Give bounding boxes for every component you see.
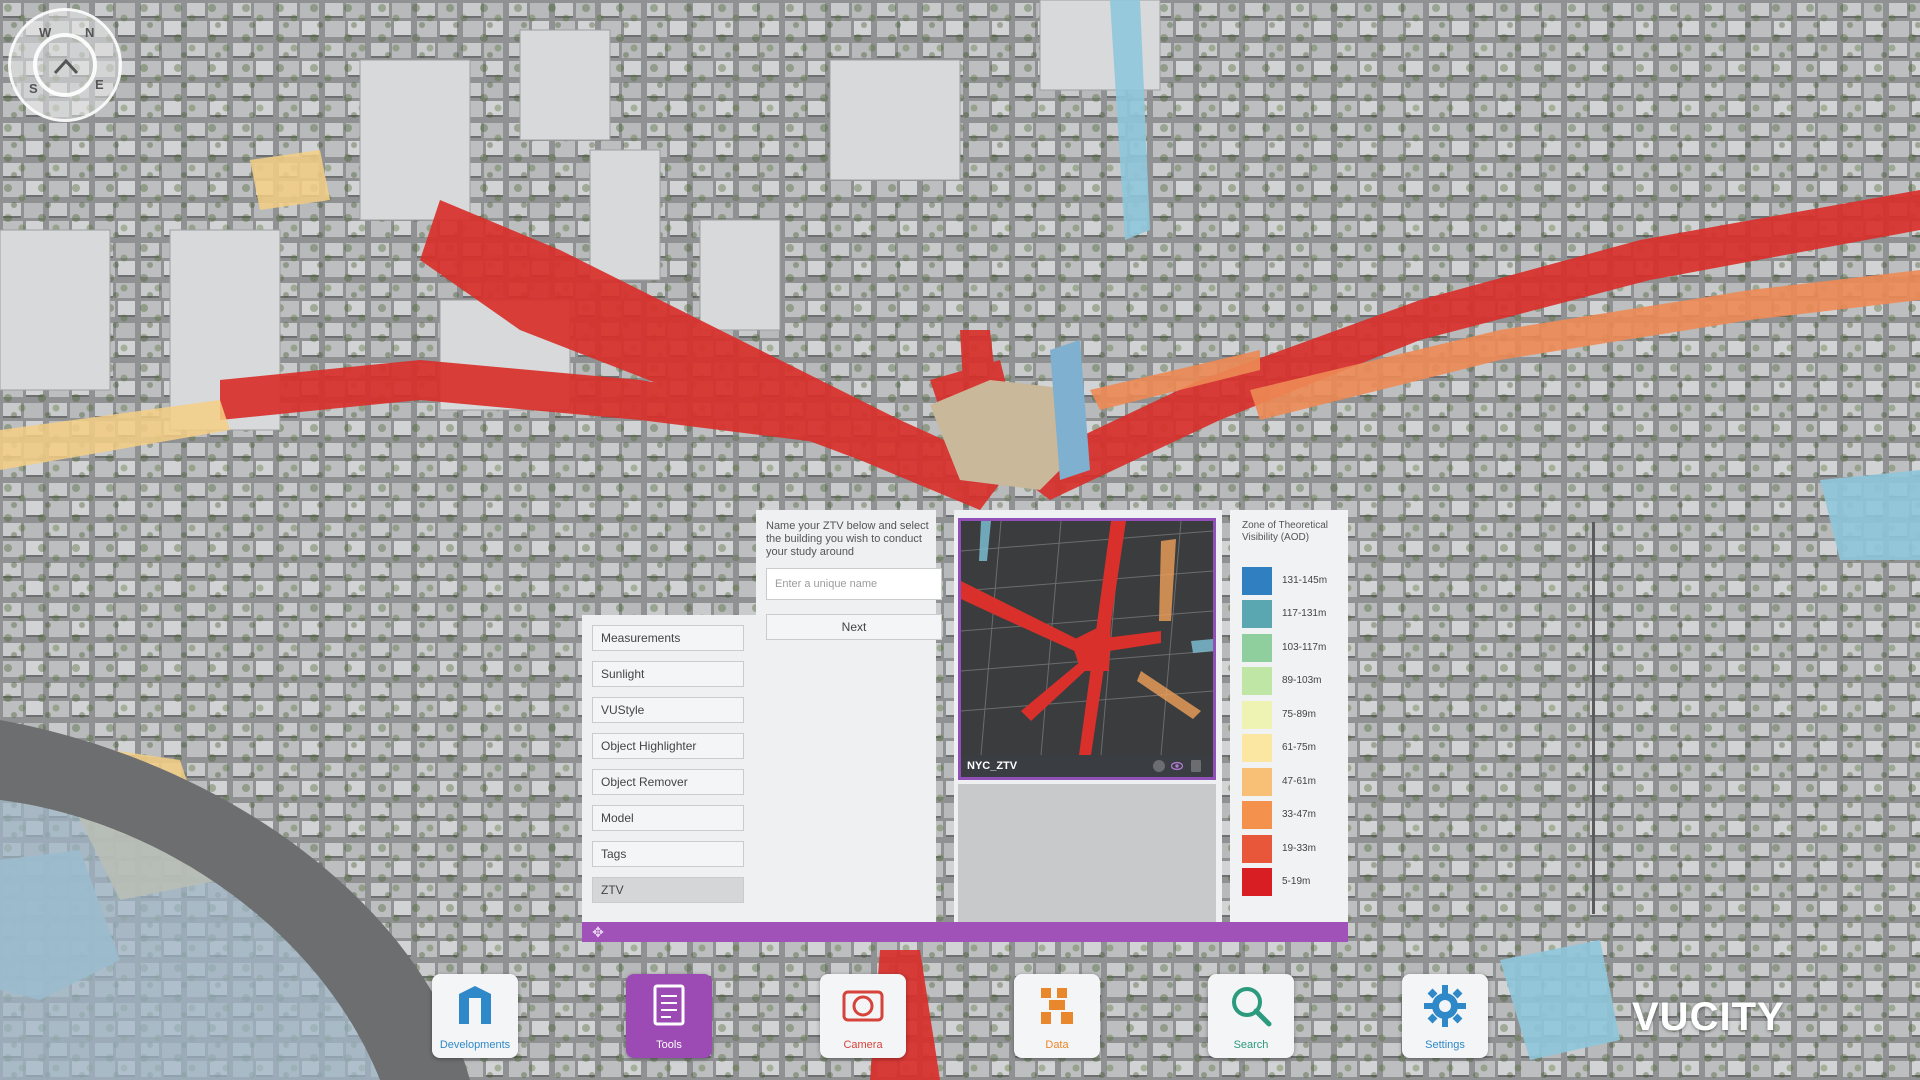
legend-row: 61-75m: [1242, 734, 1346, 762]
legend-row: 75-89m: [1242, 701, 1346, 729]
legend-row: 131-145m: [1242, 567, 1346, 595]
trash-icon[interactable]: [1191, 760, 1201, 772]
tools-panel: Measurements Sunlight VUStyle Object Hig…: [582, 510, 1595, 942]
search-icon: [1232, 987, 1272, 1027]
legend-swatch: [1242, 567, 1272, 595]
compass-arrow-icon: [53, 58, 79, 75]
ztv-result-caption: NYC_ZTV: [961, 755, 1213, 777]
tool-item-object-remover[interactable]: Object Remover: [592, 769, 744, 795]
tool-item-sunlight[interactable]: Sunlight: [592, 661, 744, 687]
ztv-form: Name your ZTV below and select the build…: [756, 510, 942, 933]
legend-swatch: [1242, 734, 1272, 762]
camera-button[interactable]: Camera: [820, 974, 906, 1058]
ztv-result-empty-slot: [958, 784, 1216, 924]
tool-item-ztv[interactable]: ZTV: [592, 877, 744, 903]
tools-icon: [653, 984, 685, 1026]
legend-swatch: [1242, 667, 1272, 695]
tool-item-object-highlighter[interactable]: Object Highlighter: [592, 733, 744, 759]
eye-icon[interactable]: [1171, 760, 1183, 772]
developments-button[interactable]: Developments: [432, 974, 518, 1058]
legend-row: 19-33m: [1242, 835, 1346, 863]
tool-item-measurements[interactable]: Measurements: [592, 625, 744, 651]
compass-south-letter: S: [29, 81, 38, 96]
legend-label: 117-131m: [1282, 608, 1327, 619]
tools-label: Tools: [656, 1039, 682, 1051]
legend-swatch: [1242, 768, 1272, 796]
data-icon: [1041, 988, 1073, 1024]
compass-east-letter: E: [95, 77, 104, 92]
compass-west-letter: W: [39, 25, 52, 40]
vucity-logo: VUCITY: [1632, 995, 1785, 1039]
tool-list: Measurements Sunlight VUStyle Object Hig…: [582, 615, 756, 933]
next-button[interactable]: Next: [766, 614, 942, 640]
legend-label: 19-33m: [1282, 843, 1316, 854]
ztv-results: NYC_ZTV: [954, 510, 1595, 933]
settings-button[interactable]: Settings: [1402, 974, 1488, 1058]
data-button[interactable]: Data: [1014, 974, 1100, 1058]
ztv-form-description: Name your ZTV below and select the build…: [766, 520, 929, 558]
legend-label: 47-61m: [1282, 776, 1316, 787]
legend-label: 89-103m: [1282, 675, 1322, 686]
ztv-thumbnail: [961, 521, 1213, 755]
settings-label: Settings: [1425, 1039, 1465, 1051]
legend-swatch: [1242, 801, 1272, 829]
legend-label: 103-117m: [1282, 642, 1327, 653]
developments-label: Developments: [439, 1039, 511, 1051]
camera-icon: [842, 990, 884, 1022]
ztv-name-input[interactable]: [766, 568, 942, 600]
camera-label: Camera: [843, 1039, 883, 1051]
gear-icon: [1424, 985, 1466, 1027]
legend-label: 75-89m: [1282, 709, 1316, 720]
data-label: Data: [1045, 1039, 1069, 1051]
legend-label: 5-19m: [1282, 876, 1311, 887]
tool-item-tags[interactable]: Tags: [592, 841, 744, 867]
compass[interactable]: W N E S: [8, 8, 122, 122]
legend-swatch: [1242, 868, 1272, 896]
ztv-legend: Zone of Theoretical Visibility (AOD) 131…: [1230, 510, 1348, 933]
search-label: Search: [1233, 1039, 1269, 1051]
ztv-result-card[interactable]: NYC_ZTV: [958, 518, 1216, 780]
legend-row: 103-117m: [1242, 634, 1346, 662]
compass-north-letter: N: [85, 25, 95, 40]
tool-item-vustyle[interactable]: VUStyle: [592, 697, 744, 723]
legend-swatch: [1242, 835, 1272, 863]
info-icon[interactable]: [1153, 760, 1165, 772]
ztv-result-name: NYC_ZTV: [967, 760, 1018, 773]
tool-item-model[interactable]: Model: [592, 805, 744, 831]
tools-button[interactable]: Tools: [626, 974, 712, 1058]
legend-swatch: [1242, 634, 1272, 662]
search-button[interactable]: Search: [1208, 974, 1294, 1058]
developments-icon: [459, 986, 491, 1024]
legend-row: 117-131m: [1242, 600, 1346, 628]
legend-label: 33-47m: [1282, 809, 1316, 820]
move-handle-icon[interactable]: ✥: [590, 924, 606, 940]
legend-label: 131-145m: [1282, 575, 1328, 586]
legend-row: 33-47m: [1242, 801, 1346, 829]
legend-title: Zone of Theoretical Visibility (AOD): [1242, 520, 1328, 543]
legend-swatch: [1242, 701, 1272, 729]
legend-label: 61-75m: [1282, 742, 1316, 753]
results-scrollbar[interactable]: [1592, 522, 1595, 914]
legend-row: 5-19m: [1242, 868, 1346, 896]
legend-row: 89-103m: [1242, 667, 1346, 695]
panel-footer-bar[interactable]: ✥: [582, 922, 1348, 942]
legend-row: 47-61m: [1242, 768, 1346, 796]
legend-swatch: [1242, 600, 1272, 628]
